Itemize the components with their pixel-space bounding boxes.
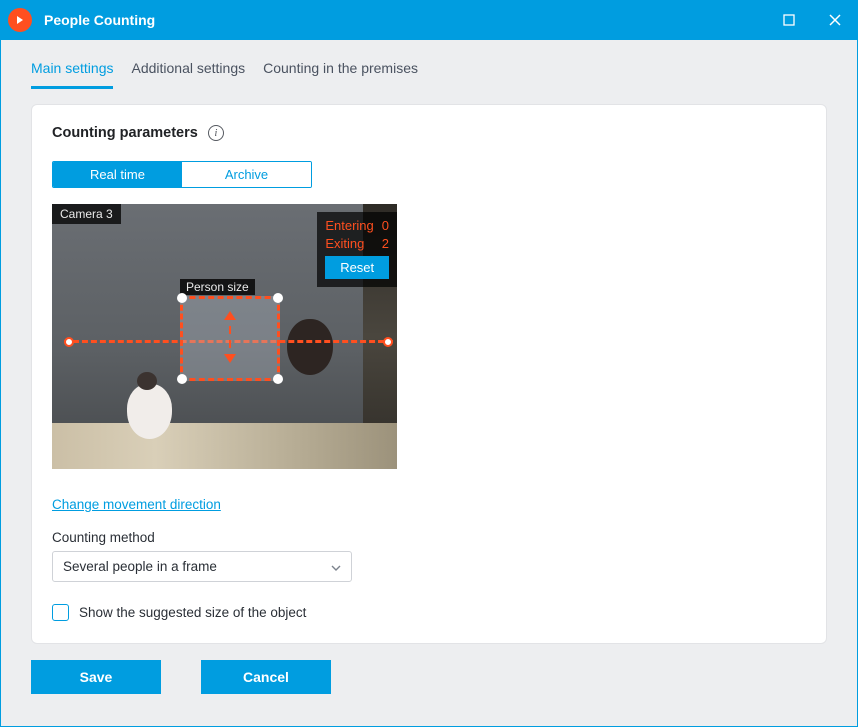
chevron-down-icon	[331, 559, 341, 574]
counter-exiting-value: 2	[382, 235, 389, 253]
scene-person-1	[127, 384, 172, 439]
counting-method-value: Several people in a frame	[63, 559, 217, 574]
counting-method-select[interactable]: Several people in a frame	[52, 551, 352, 582]
info-icon[interactable]: i	[208, 125, 224, 141]
resize-handle-br[interactable]	[273, 374, 283, 384]
direction-arrows-icon	[224, 311, 236, 363]
save-button[interactable]: Save	[31, 660, 161, 694]
counter-entering-row: Entering 0	[325, 217, 389, 235]
window-title: People Counting	[44, 12, 766, 28]
resize-handle-bl[interactable]	[177, 374, 187, 384]
segment-archive[interactable]: Archive	[182, 162, 311, 187]
segment-realtime[interactable]: Real time	[53, 162, 182, 187]
counter-overlay: Entering 0 Exiting 2 Reset	[317, 212, 397, 287]
line-endpoint-right[interactable]	[383, 337, 393, 347]
counter-exiting-row: Exiting 2	[325, 235, 389, 253]
section-header: Counting parameters i	[52, 125, 806, 141]
maximize-button[interactable]	[766, 0, 812, 40]
show-suggested-size-row: Show the suggested size of the object	[52, 604, 806, 621]
counting-method-label: Counting method	[52, 530, 806, 545]
video-preview[interactable]: Camera 3 Entering 0 Exiting 2 Reset Pers…	[52, 204, 397, 469]
show-suggested-size-checkbox[interactable]	[52, 604, 69, 621]
counter-entering-value: 0	[382, 217, 389, 235]
window-controls	[766, 0, 858, 40]
counter-exiting-label: Exiting	[325, 235, 364, 253]
reset-button[interactable]: Reset	[325, 256, 389, 279]
tab-additional-settings[interactable]: Additional settings	[131, 60, 245, 89]
close-button[interactable]	[812, 0, 858, 40]
person-size-box[interactable]: Person size	[180, 296, 280, 381]
window-body: Main settings Additional settings Counti…	[0, 40, 858, 727]
counter-entering-label: Entering	[325, 217, 373, 235]
line-endpoint-left[interactable]	[64, 337, 74, 347]
person-size-label: Person size	[180, 279, 255, 295]
title-bar: People Counting	[0, 0, 858, 40]
resize-handle-tr[interactable]	[273, 293, 283, 303]
tab-main-settings[interactable]: Main settings	[31, 60, 113, 89]
source-segmented: Real time Archive	[52, 161, 312, 188]
footer-actions: Save Cancel	[1, 644, 857, 694]
change-direction-link[interactable]: Change movement direction	[52, 497, 221, 512]
app-icon	[8, 8, 32, 32]
section-title: Counting parameters	[52, 125, 198, 141]
cancel-button[interactable]: Cancel	[201, 660, 331, 694]
camera-label: Camera 3	[52, 204, 121, 224]
scene-floor	[52, 423, 397, 469]
tab-counting-premises[interactable]: Counting in the premises	[263, 60, 418, 89]
scene-person-2	[287, 319, 333, 375]
tab-bar: Main settings Additional settings Counti…	[1, 40, 857, 90]
show-suggested-size-label: Show the suggested size of the object	[79, 605, 306, 620]
counting-parameters-panel: Counting parameters i Real time Archive …	[31, 104, 827, 644]
resize-handle-tl[interactable]	[177, 293, 187, 303]
